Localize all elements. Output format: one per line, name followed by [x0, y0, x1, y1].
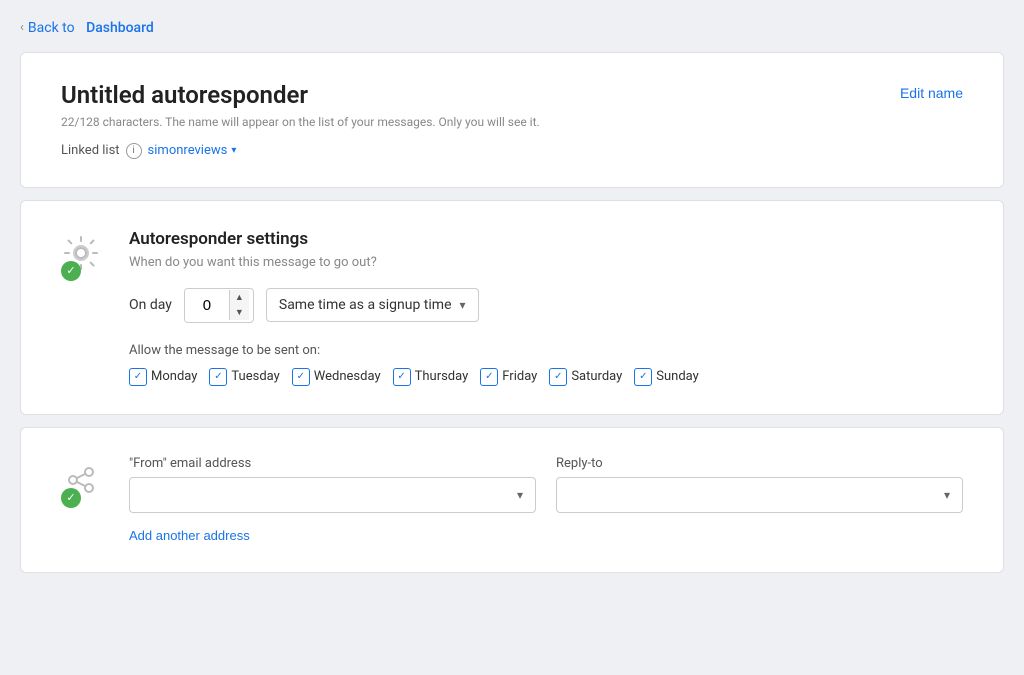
from-email-col: "From" email address ▾ — [129, 456, 536, 513]
email-card: ✓ "From" email address ▾ Reply-to ▾ Add … — [20, 427, 1004, 573]
wednesday-checkbox[interactable]: ✓ — [292, 368, 310, 386]
email-fields-row: "From" email address ▾ Reply-to ▾ — [129, 456, 963, 513]
settings-icon-area: ✓ — [61, 233, 109, 281]
back-chevron: ‹ — [20, 20, 24, 35]
days-row: ✓ Monday ✓ Tuesday ✓ Wednesday ✓ Thursda… — [129, 368, 963, 386]
settings-title: Autoresponder settings — [129, 229, 963, 249]
reply-to-label: Reply-to — [556, 456, 963, 471]
from-email-label: "From" email address — [129, 456, 536, 471]
day-spinner: ▲ ▼ — [229, 290, 249, 320]
day-monday[interactable]: ✓ Monday — [129, 368, 197, 386]
day-spin-down[interactable]: ▼ — [230, 305, 249, 320]
sunday-checkbox[interactable]: ✓ — [634, 368, 652, 386]
email-icon-area: ✓ — [61, 460, 109, 508]
day-thursday[interactable]: ✓ Thursday — [393, 368, 469, 386]
info-icon[interactable]: i — [126, 143, 142, 159]
allow-message-label: Allow the message to be sent on: — [129, 343, 963, 358]
day-label: On day — [129, 297, 172, 313]
reply-to-arrow: ▾ — [944, 488, 950, 502]
linked-list-arrow: ▾ — [231, 145, 236, 156]
day-wednesday[interactable]: ✓ Wednesday — [292, 368, 381, 386]
char-count: 22/128 characters. The name will appear … — [61, 115, 963, 129]
linked-list-label: Linked list — [61, 143, 120, 158]
day-saturday[interactable]: ✓ Saturday — [549, 368, 622, 386]
thursday-label: Thursday — [415, 369, 469, 384]
day-spin-up[interactable]: ▲ — [230, 290, 249, 305]
friday-label: Friday — [502, 369, 537, 384]
day-row: On day ▲ ▼ Same time as a signup time ▾ — [129, 288, 963, 323]
day-tuesday[interactable]: ✓ Tuesday — [209, 368, 279, 386]
thursday-checkbox[interactable]: ✓ — [393, 368, 411, 386]
dashboard-text: Dashboard — [86, 20, 154, 36]
saturday-label: Saturday — [571, 369, 622, 384]
day-input-wrap: ▲ ▼ — [184, 288, 254, 323]
tuesday-label: Tuesday — [231, 369, 279, 384]
time-select-value: Same time as a signup time — [279, 297, 452, 313]
settings-subtitle: When do you want this message to go out? — [129, 255, 963, 270]
back-to-dashboard-link[interactable]: ‹ Back to Dashboard — [20, 20, 154, 36]
friday-checkbox[interactable]: ✓ — [480, 368, 498, 386]
title-card: Untitled autoresponder Edit name 22/128 … — [20, 52, 1004, 188]
email-check-badge: ✓ — [61, 488, 81, 508]
settings-card: ✓ Autoresponder settings When do you wan… — [20, 200, 1004, 415]
wednesday-label: Wednesday — [314, 369, 381, 384]
reply-to-col: Reply-to ▾ — [556, 456, 963, 513]
day-friday[interactable]: ✓ Friday — [480, 368, 537, 386]
autoresponder-title: Untitled autoresponder — [61, 81, 308, 109]
monday-checkbox[interactable]: ✓ — [129, 368, 147, 386]
sunday-label: Sunday — [656, 369, 699, 384]
settings-check-badge: ✓ — [61, 261, 81, 281]
back-text: Back to — [28, 20, 75, 36]
tuesday-checkbox[interactable]: ✓ — [209, 368, 227, 386]
linked-list-select[interactable]: simonreviews ▾ — [148, 143, 237, 158]
email-content: "From" email address ▾ Reply-to ▾ Add an… — [129, 456, 963, 544]
reply-to-select[interactable]: ▾ — [556, 477, 963, 513]
from-email-select[interactable]: ▾ — [129, 477, 536, 513]
day-input[interactable] — [185, 289, 229, 322]
edit-name-button[interactable]: Edit name — [900, 81, 963, 105]
time-select[interactable]: Same time as a signup time ▾ — [266, 288, 479, 322]
linked-list-value: simonreviews — [148, 143, 228, 158]
linked-list-row: Linked list i simonreviews ▾ — [61, 143, 963, 159]
saturday-checkbox[interactable]: ✓ — [549, 368, 567, 386]
add-address-button[interactable]: Add another address — [129, 528, 250, 543]
from-email-arrow: ▾ — [517, 488, 523, 502]
time-select-arrow: ▾ — [460, 298, 466, 312]
monday-label: Monday — [151, 369, 197, 384]
settings-content: Autoresponder settings When do you want … — [129, 229, 963, 386]
day-sunday[interactable]: ✓ Sunday — [634, 368, 699, 386]
